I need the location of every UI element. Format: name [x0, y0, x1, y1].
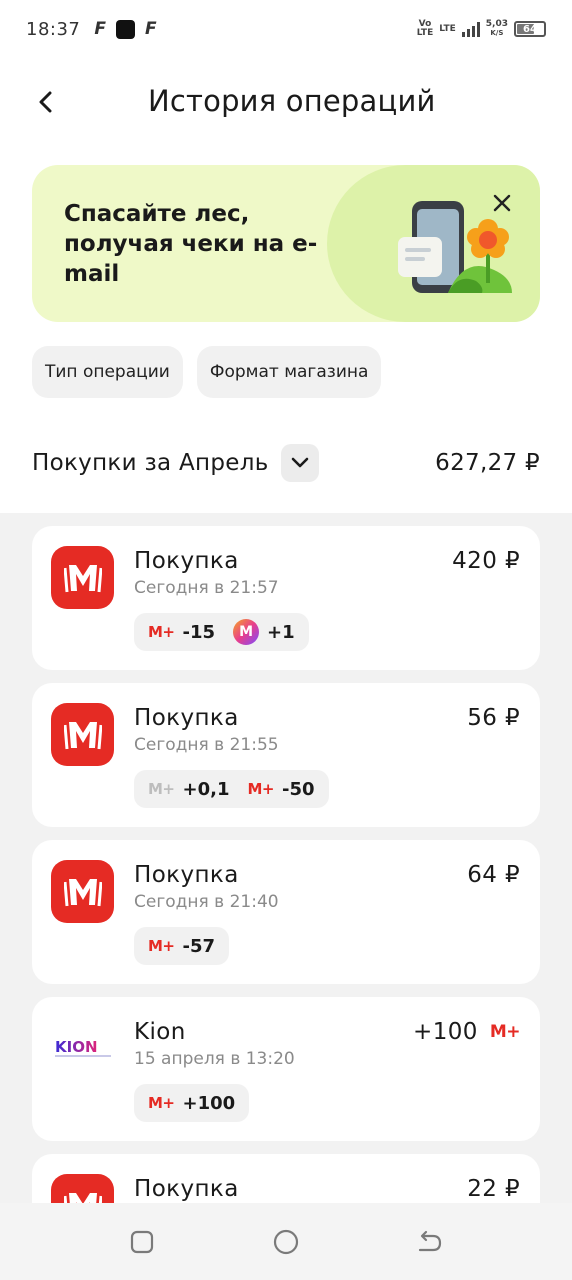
system-nav-bar [0, 1203, 572, 1280]
close-icon [493, 194, 511, 212]
transaction-title: Kion [134, 1019, 186, 1045]
bonus-pills: M+ +0,1 M+ -50 [134, 770, 329, 808]
status-app-icons: F F [94, 19, 156, 39]
transaction-card[interactable]: Покупка Сегодня в 21:40 64 ₽ M+ -57 [32, 840, 540, 984]
transaction-amount-value: 64 ₽ [467, 862, 520, 888]
m-plus-icon: M+ [148, 937, 175, 955]
bonus-pills: M+ +100 [134, 1084, 250, 1122]
bonus-value: +0,1 [182, 778, 230, 800]
transaction-title: Покупка [134, 1176, 239, 1202]
bonus-value: +100 [182, 1092, 236, 1114]
filter-operation-type[interactable]: Тип операции [32, 346, 183, 398]
banner-text: Спасайте лес, получая чеки на e-mail [64, 201, 318, 287]
network-speed-unit: K/S [490, 29, 504, 37]
bonus-value: -15 [182, 621, 216, 643]
transaction-amount: 64 ₽ [467, 862, 520, 888]
app-header: История операций [0, 70, 572, 140]
transaction-amount: +100 M+ [413, 1019, 520, 1045]
month-label: Покупки за Апрель [32, 450, 269, 476]
transaction-amount: 420 ₽ [452, 548, 520, 574]
transaction-amount: 22 ₽ [467, 1176, 520, 1202]
page-title: История операций [148, 84, 436, 118]
transaction-time: Сегодня в 21:55 [134, 735, 279, 755]
transaction-time: 15 апреля в 13:20 [134, 1049, 295, 1069]
magnit-logo-icon [63, 878, 102, 906]
back-button[interactable] [28, 84, 64, 120]
app-f-icon: F [145, 19, 157, 39]
transaction-amount-value: 22 ₽ [467, 1176, 520, 1202]
lte-icon: LTE [439, 23, 456, 34]
transaction-amount-value: 56 ₽ [467, 705, 520, 731]
m-coin-icon: M [233, 619, 260, 645]
magnit-logo [51, 860, 114, 923]
banner-close-button[interactable] [488, 189, 516, 217]
back-icon [418, 1230, 442, 1251]
kion-logo-text: KION [55, 1038, 98, 1056]
filter-store-format[interactable]: Формат магазина [196, 346, 382, 398]
bonus-value: -57 [182, 935, 216, 957]
bonus-pills: M+ -15 M +1 [134, 613, 309, 651]
status-time: 18:37 [26, 18, 81, 40]
promo-banner[interactable]: Спасайте лес, получая чеки на e-mail [32, 165, 540, 322]
transaction-amount-value: 420 ₽ [452, 548, 520, 574]
transaction-time: Сегодня в 21:57 [134, 578, 279, 598]
app-square-icon [116, 19, 135, 39]
transaction-card[interactable]: KION Kion 15 апреля в 13:20 +100 M+ M+ +… [32, 997, 540, 1141]
status-indicators: Vo LTE LTE 5,03 K/S 64 [417, 20, 546, 38]
magnit-logo [51, 1174, 114, 1203]
kion-logo-icon: KION [54, 1038, 111, 1057]
kion-logo: KION [51, 1017, 114, 1080]
bonus-value: +1 [267, 621, 295, 643]
transaction-amount: 56 ₽ [467, 705, 520, 731]
network-speed: 5,03 K/S [486, 20, 508, 38]
m-plus-icon: M+ [489, 1022, 521, 1042]
network-speed-value: 5,03 [485, 19, 508, 29]
status-bar: 18:37 F F Vo LTE LTE 5,03 K/S 64 [0, 0, 572, 58]
month-select-button[interactable] [280, 444, 319, 482]
transaction-time: Сегодня в 21:40 [134, 892, 279, 912]
volte-icon: Vo LTE [416, 19, 434, 38]
bonus-value: -50 [281, 778, 315, 800]
system-back-button[interactable] [417, 1229, 443, 1255]
recent-apps-icon [130, 1230, 154, 1253]
m-plus-icon: M+ [247, 780, 274, 798]
transaction-amount-value: +100 [413, 1019, 478, 1045]
m-plus-icon: M+ [148, 623, 175, 641]
magnit-logo-icon [63, 1192, 102, 1203]
m-plus-icon: M+ [148, 1094, 175, 1112]
month-summary: Покупки за Апрель 627,27 ₽ [32, 440, 540, 486]
magnit-logo [51, 703, 114, 766]
home-icon [273, 1229, 299, 1254]
battery-icon: 64 [514, 21, 546, 37]
transaction-title: Покупка [134, 548, 239, 574]
magnit-logo-icon [63, 564, 102, 592]
app-f-icon: F [94, 19, 106, 39]
home-button[interactable] [273, 1229, 299, 1255]
magnit-logo [51, 546, 114, 609]
transactions-list[interactable]: Покупка Сегодня в 21:57 420 ₽ M+ -15 M +… [0, 513, 572, 1203]
transaction-card[interactable]: Покупка Сегодня в 21:55 56 ₽ M+ +0,1 M+ … [32, 683, 540, 827]
filter-chips: Тип операции Формат магазина [32, 346, 382, 398]
transaction-card[interactable]: Покупка Сегодня в 21:57 420 ₽ M+ -15 M +… [32, 526, 540, 670]
magnit-logo-icon [63, 721, 102, 749]
transaction-title: Покупка [134, 705, 239, 731]
chevron-down-icon [291, 457, 308, 468]
bonus-pills: M+ -57 [134, 927, 230, 965]
month-total: 627,27 ₽ [435, 450, 540, 476]
battery-level: 64 [523, 23, 537, 35]
signal-icon [461, 21, 480, 37]
chevron-left-icon [39, 91, 52, 113]
recent-apps-button[interactable] [129, 1229, 155, 1255]
transaction-card[interactable]: Покупка 22 ₽ [32, 1154, 540, 1203]
m-plus-icon: M+ [148, 780, 175, 798]
transaction-title: Покупка [134, 862, 239, 888]
